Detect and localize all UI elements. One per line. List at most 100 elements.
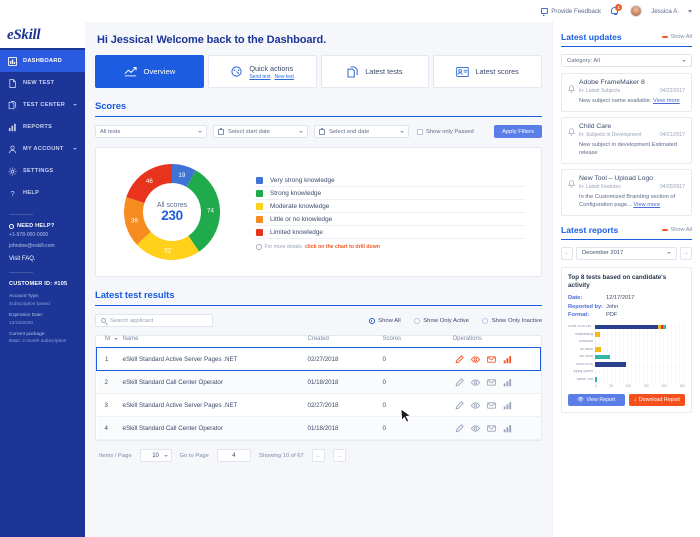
cell-operations	[452, 347, 541, 372]
radio-show-only-active[interactable]: Show Only Active	[413, 317, 469, 324]
notifications-button[interactable]: 1	[610, 4, 623, 17]
sidebar-item-my-account[interactable]: MY ACCOUNT	[0, 138, 85, 160]
sidebar-item-test-center[interactable]: TEST CENTER	[0, 94, 85, 116]
chart-drill-hint: For more details click on the chart to dr…	[254, 244, 525, 250]
chevron-down-icon[interactable]	[688, 9, 692, 13]
calendar-icon	[319, 128, 325, 135]
legend-item[interactable]: Little or no knowledge	[254, 213, 525, 227]
edit-icon[interactable]	[455, 355, 464, 364]
table-header-row: Nr Name Created Scores Operations	[97, 336, 541, 348]
avatar[interactable]	[630, 5, 643, 17]
table-row[interactable]: 2 eSkill Standard Call Center Operator 01/…	[96, 370, 541, 395]
mail-icon[interactable]	[486, 355, 496, 364]
download-report-button[interactable]: ↓ Download Report	[628, 394, 685, 407]
cell-created: 01/18/2018	[307, 416, 383, 441]
view-more-link[interactable]: View more	[633, 202, 660, 208]
category-select[interactable]: Category: All	[561, 54, 692, 67]
legend-item[interactable]: Strong knowledge	[254, 187, 525, 201]
mail-icon[interactable]	[486, 378, 496, 387]
update-card[interactable]: Child Care In: Subjects in Development 04/…	[561, 116, 692, 164]
send-test-link[interactable]: Send test	[249, 74, 270, 80]
mail-icon[interactable]	[486, 424, 496, 433]
grid-lines	[595, 376, 685, 383]
update-card[interactable]: New Tool – Upload Logo In: Latest Feature…	[561, 168, 692, 216]
next-month-button[interactable]: →	[680, 246, 692, 260]
show-only-passed-checkbox[interactable]: Show only Passed	[417, 128, 474, 135]
prev-month-button[interactable]: ←	[561, 246, 573, 260]
table-row[interactable]: 3 eSkill Standard Active Server Pages .NE…	[96, 393, 541, 418]
tab-overview[interactable]: Overview	[95, 55, 204, 88]
legend-item[interactable]: Very strong knowledge	[254, 174, 525, 188]
sidebar-item-help[interactable]: ? HELP	[0, 182, 85, 204]
table-row[interactable]: 1 eSkill Standard Active Server Pages .NE…	[96, 347, 541, 372]
gear-icon	[8, 167, 17, 176]
filter-radios: Show All Show Only Active Show Only Inacti…	[368, 317, 542, 324]
goto-page-label: Go to Page	[179, 452, 209, 459]
chart-icon[interactable]	[503, 401, 512, 410]
update-date: 04/20/2017	[659, 183, 685, 190]
end-date-select[interactable]: Select end date	[314, 125, 409, 139]
need-help-label: NEED HELP?	[17, 223, 55, 229]
sidebar-item-settings[interactable]: SETTINGS	[0, 160, 85, 182]
view-more-link[interactable]: View more	[653, 98, 680, 104]
provide-feedback-button[interactable]: Provide Feedback	[541, 8, 601, 16]
legend-item[interactable]: Moderate knowledge	[254, 200, 525, 214]
reports-show-all-button[interactable]: Show All	[661, 227, 692, 233]
tab-label: Overview	[143, 67, 176, 76]
search-placeholder: Search applicant	[110, 317, 154, 324]
col-created[interactable]: Created	[308, 336, 383, 348]
report-format-key: Format:	[568, 312, 590, 319]
axis-tick: 0	[595, 384, 597, 389]
sidebar-item-dashboard[interactable]: DASHBOARD	[0, 50, 85, 72]
donut-chart[interactable]: 19 74 52 39 46 All scores 230	[106, 153, 238, 271]
eye-icon[interactable]	[470, 424, 480, 433]
cell-operations	[452, 370, 541, 395]
chart-icon[interactable]	[503, 378, 512, 387]
sidebar-item-new-test[interactable]: NEW TEST	[0, 72, 85, 94]
edit-icon[interactable]	[455, 401, 464, 410]
table-row[interactable]: 4 eSkill Standard Call Center Operator 01/…	[96, 416, 541, 441]
download-report-label: Download Report	[638, 397, 680, 404]
visit-faq-link[interactable]: Visit FAQ.	[9, 256, 76, 262]
chart-icon[interactable]	[503, 355, 512, 364]
results-table: Nr Name Created Scores Operations 1 eSkil…	[96, 336, 541, 441]
dash-icon	[661, 36, 668, 38]
view-report-button[interactable]: 👁 View Report	[568, 394, 625, 407]
edit-icon[interactable]	[455, 424, 464, 433]
search-icon	[101, 318, 106, 324]
mail-icon[interactable]	[486, 401, 496, 410]
hint-link[interactable]: click on the chart to drill down	[305, 244, 380, 250]
legend-item[interactable]: Limited knowledge	[254, 226, 525, 240]
update-card[interactable]: Adobe FrameMaker 8 In: Latest Subjects 04/…	[561, 73, 692, 112]
tab-quick-actions[interactable]: Quick actions Send test New test	[207, 55, 317, 88]
sidebar-item-reports[interactable]: REPORTS	[0, 116, 85, 138]
report-mini-bar-chart: Excel 2016 Lev... Multitasking Grammar All …	[568, 323, 685, 388]
col-scores[interactable]: Scores	[383, 336, 453, 348]
items-per-page-select[interactable]: 10	[139, 449, 172, 463]
eye-icon[interactable]	[470, 355, 480, 364]
new-test-link[interactable]: New test	[274, 74, 293, 80]
tab-latest-scores[interactable]: Latest scores	[433, 55, 542, 88]
chart-icon[interactable]	[503, 424, 512, 433]
updates-show-all-button[interactable]: Show All	[661, 34, 692, 40]
dash-icon	[661, 228, 668, 231]
col-name[interactable]: Name	[123, 336, 308, 348]
edit-icon[interactable]	[455, 378, 464, 387]
eye-icon[interactable]	[470, 401, 480, 410]
prev-page-button[interactable]: ←	[311, 449, 325, 463]
col-nr[interactable]: Nr	[97, 336, 123, 348]
goto-page-input[interactable]: 4	[216, 449, 251, 463]
logo[interactable]: eSkill	[0, 22, 85, 48]
start-date-select[interactable]: Select start date	[213, 125, 308, 139]
month-select[interactable]: December 2017	[576, 246, 677, 260]
eye-icon[interactable]	[470, 378, 480, 387]
apply-filters-button[interactable]: Apply Filters	[494, 125, 542, 139]
search-input[interactable]: Search applicant	[95, 314, 213, 328]
cell-nr: 2	[96, 370, 123, 395]
tab-latest-tests[interactable]: Latest tests	[320, 55, 430, 88]
next-page-button[interactable]: →	[332, 449, 346, 463]
month-nav: ← December 2017 →	[561, 246, 692, 260]
radio-show-only-inactive[interactable]: Show Only Inactive	[482, 317, 542, 324]
radio-show-all[interactable]: Show All	[368, 317, 401, 324]
test-select[interactable]: All tests	[95, 125, 207, 139]
